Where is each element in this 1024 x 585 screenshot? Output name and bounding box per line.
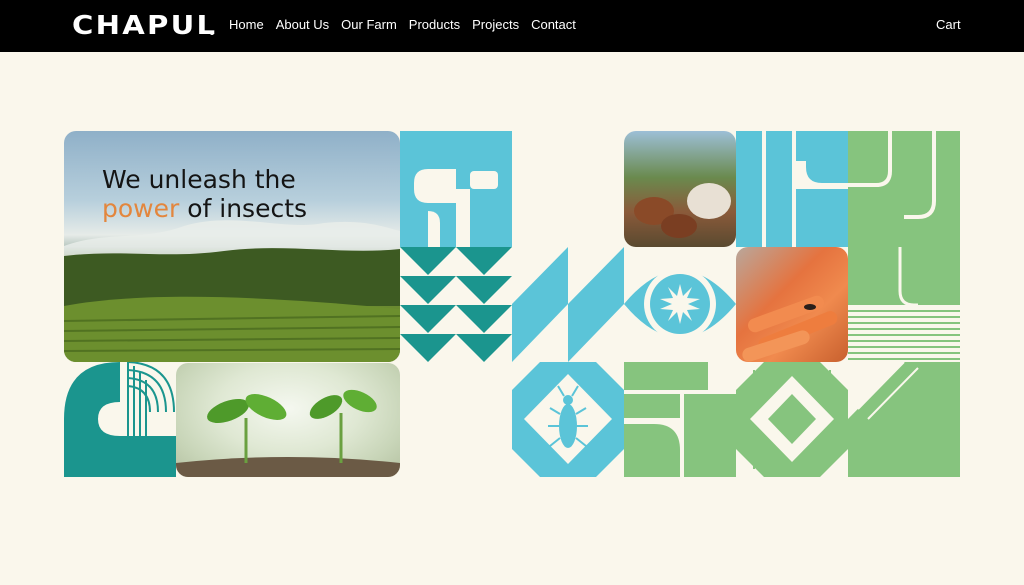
pattern-tile-teal-chevrons — [400, 247, 512, 362]
hero-headline: We unleash the power of insects — [102, 165, 307, 223]
nav-products[interactable]: Products — [409, 17, 460, 33]
pattern-tile-green-blocks — [624, 362, 736, 477]
nav-home[interactable]: Home — [229, 17, 264, 33]
pattern-tile-green-diamond — [736, 362, 848, 477]
pattern-tile-green-diagonal — [848, 362, 960, 477]
pattern-tile-green-arches — [848, 131, 960, 247]
top-navigation-bar: CHAPUL Home About Us Our Farm Products P… — [0, 0, 1024, 52]
pattern-tile-eye — [624, 268, 736, 340]
nav-projects[interactable]: Projects — [472, 17, 519, 33]
sprout-photo — [176, 363, 400, 477]
sprout-illustration — [176, 389, 400, 477]
hero-accent-word: power — [102, 194, 180, 223]
main-nav: Home About Us Our Farm Products Projects… — [229, 17, 576, 33]
pattern-tile-blue-corner — [400, 131, 512, 247]
chicken-illustration — [634, 183, 731, 238]
carrot-photo — [736, 247, 848, 362]
registered-mark-icon — [210, 31, 214, 35]
pattern-tile-green-lines — [848, 247, 960, 360]
nav-our-farm[interactable]: Our Farm — [341, 17, 397, 33]
brand-logo[interactable]: CHAPUL — [72, 13, 217, 39]
pattern-tile-insect — [512, 362, 624, 477]
chicken-photo — [624, 131, 736, 247]
nav-about-us[interactable]: About Us — [276, 17, 329, 33]
cart-link[interactable]: Cart — [936, 17, 961, 33]
pattern-tile-teal-swirl — [64, 362, 176, 477]
hero-line-1: We unleash the — [102, 165, 296, 194]
nav-contact[interactable]: Contact — [531, 17, 576, 33]
pattern-tile-blue-diagonals — [512, 247, 624, 362]
carrot-illustration — [742, 295, 838, 362]
hero-line-2: of insects — [179, 194, 308, 223]
pattern-tile-blue-arches — [736, 131, 848, 247]
